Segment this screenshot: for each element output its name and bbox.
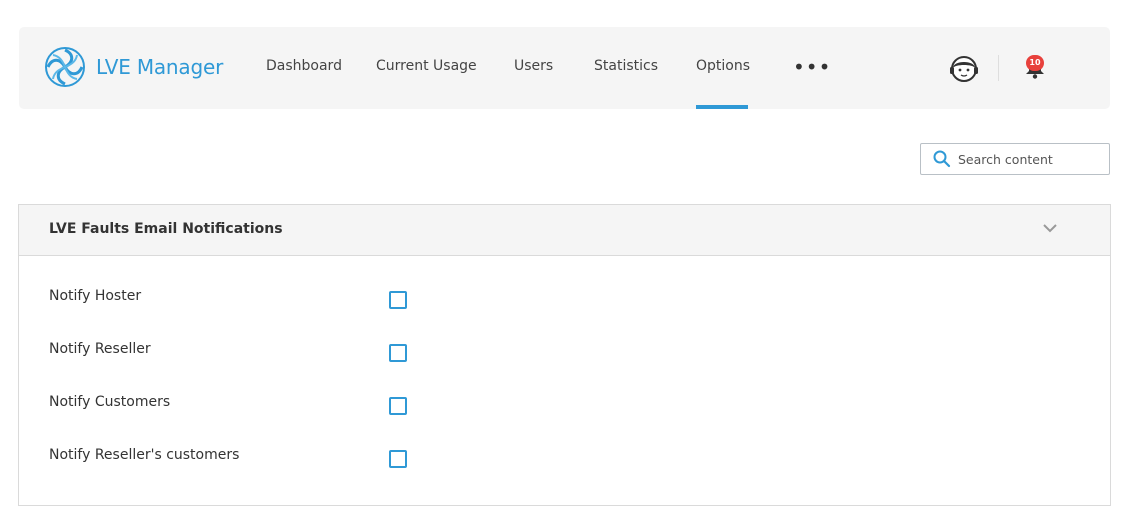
notify-resellers-customers-checkbox[interactable] <box>389 450 407 468</box>
header-divider <box>998 55 999 81</box>
notify-reseller-checkbox[interactable] <box>389 344 407 362</box>
nav-current-usage[interactable]: Current Usage <box>376 58 477 74</box>
more-menu-button[interactable]: ••• <box>793 55 831 79</box>
option-row-notify-reseller: Notify Reseller <box>49 341 1049 365</box>
chevron-down-icon[interactable] <box>1042 223 1058 233</box>
nav-statistics[interactable]: Statistics <box>594 58 658 74</box>
option-label: Notify Hoster <box>49 288 142 304</box>
support-agent-icon[interactable] <box>949 54 979 84</box>
search-icon <box>933 150 951 168</box>
search-box[interactable] <box>920 143 1110 175</box>
panel-header[interactable]: LVE Faults Email Notifications <box>19 205 1110 256</box>
option-label: Notify Customers <box>49 394 171 410</box>
option-label: Notify Reseller's customers <box>49 447 240 463</box>
option-label: Notify Reseller <box>49 341 151 357</box>
lve-faults-panel: LVE Faults Email Notifications Notify Ho… <box>18 204 1111 506</box>
nav-users[interactable]: Users <box>514 58 553 74</box>
notification-count-badge: 10 <box>1026 55 1044 71</box>
option-row-notify-hoster: Notify Hoster <box>49 288 1049 312</box>
nav-dashboard[interactable]: Dashboard <box>266 58 342 74</box>
active-tab-indicator <box>696 105 748 109</box>
notify-customers-checkbox[interactable] <box>389 397 407 415</box>
nav-options[interactable]: Options <box>696 58 750 74</box>
option-row-notify-customers: Notify Customers <box>49 394 1049 418</box>
panel-title: LVE Faults Email Notifications <box>49 221 283 237</box>
notify-hoster-checkbox[interactable] <box>389 291 407 309</box>
search-input[interactable] <box>958 144 1103 174</box>
top-navigation-bar: LVE Manager Dashboard Current Usage User… <box>19 27 1110 109</box>
main-nav: Dashboard Current Usage Users Statistics… <box>19 27 1110 109</box>
option-row-notify-resellers-customers: Notify Reseller's customers <box>49 447 1049 471</box>
